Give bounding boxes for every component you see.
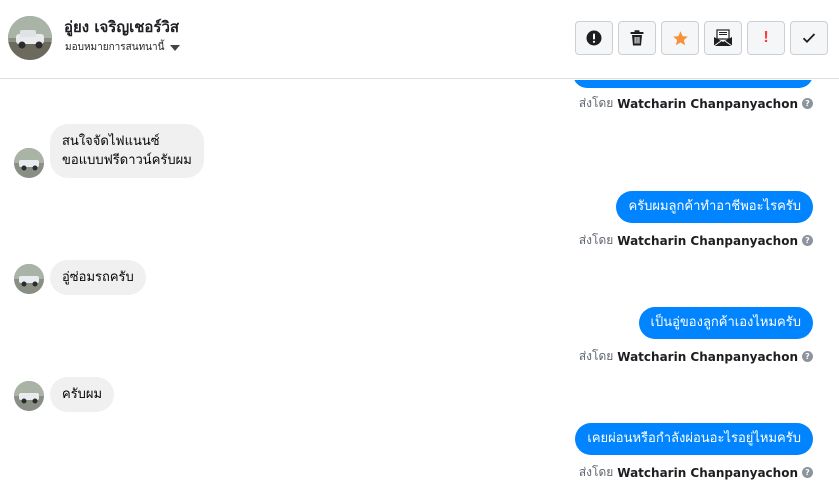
assign-conversation-dropdown[interactable]: มอบหมายการสนทนานี้ [65, 40, 181, 55]
incoming-message-bubble: อู่ซ่อมรถครับ [50, 260, 146, 295]
sender-name[interactable]: Watcharin Chanpanyachon [617, 466, 798, 480]
sent-by-label: ส่งโดย Watcharin Chanpanyachon ? [579, 94, 813, 113]
exclamation-icon: ! [763, 29, 769, 46]
trash-icon [630, 30, 644, 46]
envelope-icon [713, 29, 733, 47]
sent-by-prefix: ส่งโดย [578, 349, 614, 363]
sent-by-label: ส่งโดย Watcharin Chanpanyachon ? [579, 231, 813, 250]
outgoing-message-bubble: เป็นอู่ของลูกค้าเองไหมครับ [638, 307, 813, 339]
incoming-message-bubble: สนใจจัดไฟแนนซ์ ขอแบบฟรีดาวน์ครับผม [50, 124, 204, 178]
incoming-message-bubble: ครับผม [50, 377, 115, 412]
conversation-toolbar: ! [575, 21, 828, 55]
help-icon[interactable]: ? [802, 467, 813, 478]
message-text: สนใจจัดไฟแนนซ์ [62, 134, 160, 149]
contact-avatar[interactable] [8, 16, 52, 60]
contact-avatar-small [14, 264, 44, 294]
assign-conversation-label: มอบหมายการสนทนานี้ [65, 42, 165, 53]
sent-by-prefix: ส่งโดย [578, 233, 614, 247]
message-text: ขอแบบฟรีดาวน์ครับผม [62, 153, 192, 168]
sender-name[interactable]: Watcharin Chanpanyachon [617, 97, 798, 111]
sent-by-label: ส่งโดย Watcharin Chanpanyachon ? [579, 347, 813, 366]
contact-avatar-small [14, 148, 44, 178]
contact-name: อู่ยง เจริญเชอร์วิส [64, 18, 180, 36]
check-icon [802, 33, 816, 43]
help-icon[interactable]: ? [802, 235, 813, 246]
star-button[interactable] [661, 21, 699, 55]
sent-by-label: ส่งโดย Watcharin Chanpanyachon ? [579, 463, 813, 482]
conversation-header: อู่ยง เจริญเชอร์วิส มอบหมายการสนทนานี้ ! [0, 0, 839, 79]
contact-avatar-small [14, 381, 44, 411]
caret-down-icon [170, 44, 181, 51]
sent-by-prefix: ส่งโดย [578, 96, 614, 110]
outgoing-message-bubble: เคยผ่อนหรือกำลังผ่อนอะไรอยู่ไหมครับ [575, 423, 813, 455]
outgoing-message-bubble: ครับผมลูกค้าทำอาชีพอะไรครับ [616, 191, 813, 223]
outgoing-message-bubble [573, 80, 813, 88]
sent-by-prefix: ส่งโดย [578, 465, 614, 479]
sender-name[interactable]: Watcharin Chanpanyachon [617, 350, 798, 364]
sender-name[interactable]: Watcharin Chanpanyachon [617, 234, 798, 248]
alert-circle-icon [586, 30, 602, 46]
delete-button[interactable] [618, 21, 656, 55]
mark-unread-button[interactable] [704, 21, 742, 55]
done-button[interactable] [790, 21, 828, 55]
message-thread[interactable]: ส่งโดย Watcharin Chanpanyachon ? สนใจจัด… [0, 80, 839, 500]
help-icon[interactable]: ? [802, 98, 813, 109]
help-icon[interactable]: ? [802, 351, 813, 362]
star-icon [672, 30, 688, 45]
spam-button[interactable]: ! [747, 21, 785, 55]
report-button[interactable] [575, 21, 613, 55]
